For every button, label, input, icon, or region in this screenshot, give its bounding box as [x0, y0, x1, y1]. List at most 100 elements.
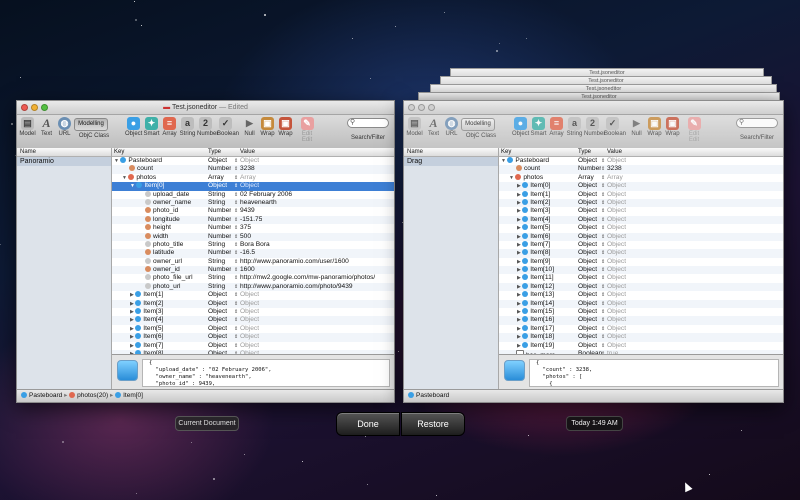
row-value-cell[interactable]: Object: [607, 157, 626, 165]
value-column-header[interactable]: Value: [607, 148, 622, 156]
row-type-cell[interactable]: Object: [208, 308, 227, 316]
outline-row[interactable]: ▶ Item[1] Object ⇕ Object: [112, 291, 394, 299]
outline-row[interactable]: ▶ Item[18] Object ⇕ Object: [499, 333, 783, 342]
type-stepper-icon[interactable]: ⇕: [234, 258, 238, 266]
row-value-cell[interactable]: Object: [607, 274, 626, 282]
outline-row[interactable]: photo_url String ⇕ http://www.panoramio.com…: [112, 282, 394, 292]
string-button[interactable]: a String: [566, 117, 583, 137]
row-type-cell[interactable]: Number: [208, 233, 231, 241]
row-value-cell[interactable]: http://www.panoramio.com/photo/9439: [240, 283, 353, 291]
type-stepper-icon[interactable]: ⇕: [234, 182, 238, 190]
row-value-cell[interactable]: Object: [607, 258, 626, 266]
type-stepper-icon[interactable]: ⇕: [601, 224, 605, 232]
type-stepper-icon[interactable]: ⇕: [601, 258, 605, 266]
search-field[interactable]: [736, 118, 778, 128]
type-stepper-icon[interactable]: ⇕: [601, 325, 605, 333]
outline-row[interactable]: ▶ Item[0] Object ⇕ Object: [499, 182, 783, 191]
outline-row[interactable]: ▶ Item[2] Object ⇕ Object: [112, 299, 394, 309]
type-stepper-icon[interactable]: ⇕: [601, 333, 605, 341]
row-type-cell[interactable]: String: [208, 283, 225, 291]
row-value-cell[interactable]: 3238: [607, 165, 622, 173]
outline-row[interactable]: ▶ Item[4] Object ⇕ Object: [112, 316, 394, 325]
outline-row[interactable]: count Number ⇕ 3238: [499, 165, 783, 174]
json-preview-text[interactable]: { "upload_date" : "02 February 2006", "o…: [142, 359, 390, 387]
row-value-cell[interactable]: 9439: [240, 207, 255, 215]
wrap-button-2[interactable]: ▣ Wrap: [664, 117, 681, 137]
outline-row[interactable]: ▶ Item[11] Object ⇕ Object: [499, 274, 783, 282]
restore-button[interactable]: Restore: [401, 412, 465, 436]
row-type-cell[interactable]: Object: [578, 266, 597, 274]
row-value-cell[interactable]: Object: [240, 316, 259, 324]
type-stepper-icon[interactable]: ⇕: [234, 199, 238, 207]
outline-row[interactable]: ▶ Item[7] Object ⇕ Object: [112, 341, 394, 350]
null-button[interactable]: ▶ Null: [628, 117, 645, 137]
sidebar-item-panoramio[interactable]: Panoramio: [17, 157, 111, 166]
row-value-cell[interactable]: Object: [607, 207, 626, 215]
row-type-cell[interactable]: Object: [208, 300, 227, 308]
type-stepper-icon[interactable]: ⇕: [601, 182, 605, 190]
type-stepper-icon[interactable]: ⇕: [234, 249, 238, 257]
row-type-cell[interactable]: Object: [578, 182, 597, 190]
row-value-cell[interactable]: Object: [607, 266, 626, 274]
key-column-header[interactable]: Key: [501, 148, 511, 156]
row-type-cell[interactable]: Object: [578, 191, 597, 199]
outline-row[interactable]: ▶ Item[15] Object ⇕ Object: [499, 308, 783, 316]
row-value-cell[interactable]: -16.5: [240, 249, 255, 257]
url-button[interactable]: ◍ URL: [56, 117, 73, 137]
outline-row[interactable]: ▶ Item[19] Object ⇕ Object: [499, 341, 783, 350]
outline-row[interactable]: ▶ Item[2] Object ⇕ Object: [499, 198, 783, 208]
row-value-cell[interactable]: Object: [240, 291, 259, 299]
right-window-titlebar[interactable]: [404, 101, 783, 115]
row-type-cell[interactable]: String: [208, 199, 225, 207]
type-stepper-icon[interactable]: ⇕: [234, 283, 238, 291]
outline-row[interactable]: ▶ Item[3] Object ⇕ Object: [112, 308, 394, 316]
outline-row[interactable]: owner_url String ⇕ http://www.panoramio.com…: [112, 257, 394, 266]
row-value-cell[interactable]: heavenearth: [240, 199, 277, 207]
row-type-cell[interactable]: Object: [208, 333, 227, 341]
row-type-cell[interactable]: Object: [578, 199, 597, 207]
type-stepper-icon[interactable]: ⇕: [234, 333, 238, 341]
outline-row[interactable]: ▶ Item[1] Object ⇕ Object: [499, 190, 783, 199]
done-button[interactable]: Done: [336, 412, 400, 436]
type-stepper-icon[interactable]: ⇕: [601, 165, 605, 173]
type-stepper-icon[interactable]: ⇕: [601, 174, 605, 182]
row-value-cell[interactable]: Object: [240, 182, 259, 190]
number-button[interactable]: 2 Number: [197, 117, 218, 137]
outline-row[interactable]: owner_id Number ⇕ 1600: [112, 266, 394, 275]
row-type-cell[interactable]: Object: [578, 283, 597, 291]
zoom-button[interactable]: [428, 104, 435, 111]
row-value-cell[interactable]: -151.75: [240, 216, 262, 224]
row-value-cell[interactable]: Object: [240, 342, 259, 350]
wrap-button-1[interactable]: ▣ Wrap: [646, 117, 663, 137]
text-button[interactable]: A Text: [425, 117, 442, 138]
row-type-cell[interactable]: Object: [578, 258, 597, 266]
outline-row[interactable]: ▶ Item[10] Object ⇕ Object: [499, 266, 783, 275]
outline-row[interactable]: photo_title String ⇕ Bora Bora: [112, 240, 394, 249]
row-value-cell[interactable]: Object: [607, 241, 626, 249]
outline-row[interactable]: ▼ Item[0] Object ⇕ Object: [112, 182, 394, 191]
row-type-cell[interactable]: Array: [578, 174, 594, 182]
modelling-toggle[interactable]: Modelling: [461, 118, 495, 131]
outline-row[interactable]: count Number ⇕ 3238: [112, 165, 394, 174]
row-type-cell[interactable]: Object: [578, 207, 597, 215]
outline-row[interactable]: ▶ Item[13] Object ⇕ Object: [499, 291, 783, 299]
type-stepper-icon[interactable]: ⇕: [601, 233, 605, 241]
row-value-cell[interactable]: Object: [607, 300, 626, 308]
array-button[interactable]: ≡ Array: [548, 117, 565, 137]
type-stepper-icon[interactable]: ⇕: [601, 274, 605, 282]
row-value-cell[interactable]: Object: [607, 283, 626, 291]
array-button[interactable]: ≡ Array: [161, 117, 178, 137]
outline-row[interactable]: longitude Number ⇕ -151.75: [112, 215, 394, 225]
outline-row[interactable]: ▶ Item[9] Object ⇕ Object: [499, 257, 783, 266]
outline-row[interactable]: ▼ Pasteboard Object ⇕ Object: [112, 157, 394, 165]
outline-row[interactable]: height Number ⇕ 375: [112, 224, 394, 232]
row-type-cell[interactable]: Number: [208, 224, 231, 232]
type-stepper-icon[interactable]: ⇕: [234, 342, 238, 350]
row-value-cell[interactable]: Object: [607, 182, 626, 190]
row-type-cell[interactable]: Object: [578, 308, 597, 316]
path-item-pasteboard[interactable]: Pasteboard: [21, 392, 62, 399]
row-type-cell[interactable]: Object: [578, 333, 597, 341]
type-stepper-icon[interactable]: ⇕: [234, 274, 238, 282]
json-preview-text[interactable]: { "count" : 3238, "photos" : [ {: [529, 359, 779, 387]
row-value-cell[interactable]: Array: [607, 174, 623, 182]
